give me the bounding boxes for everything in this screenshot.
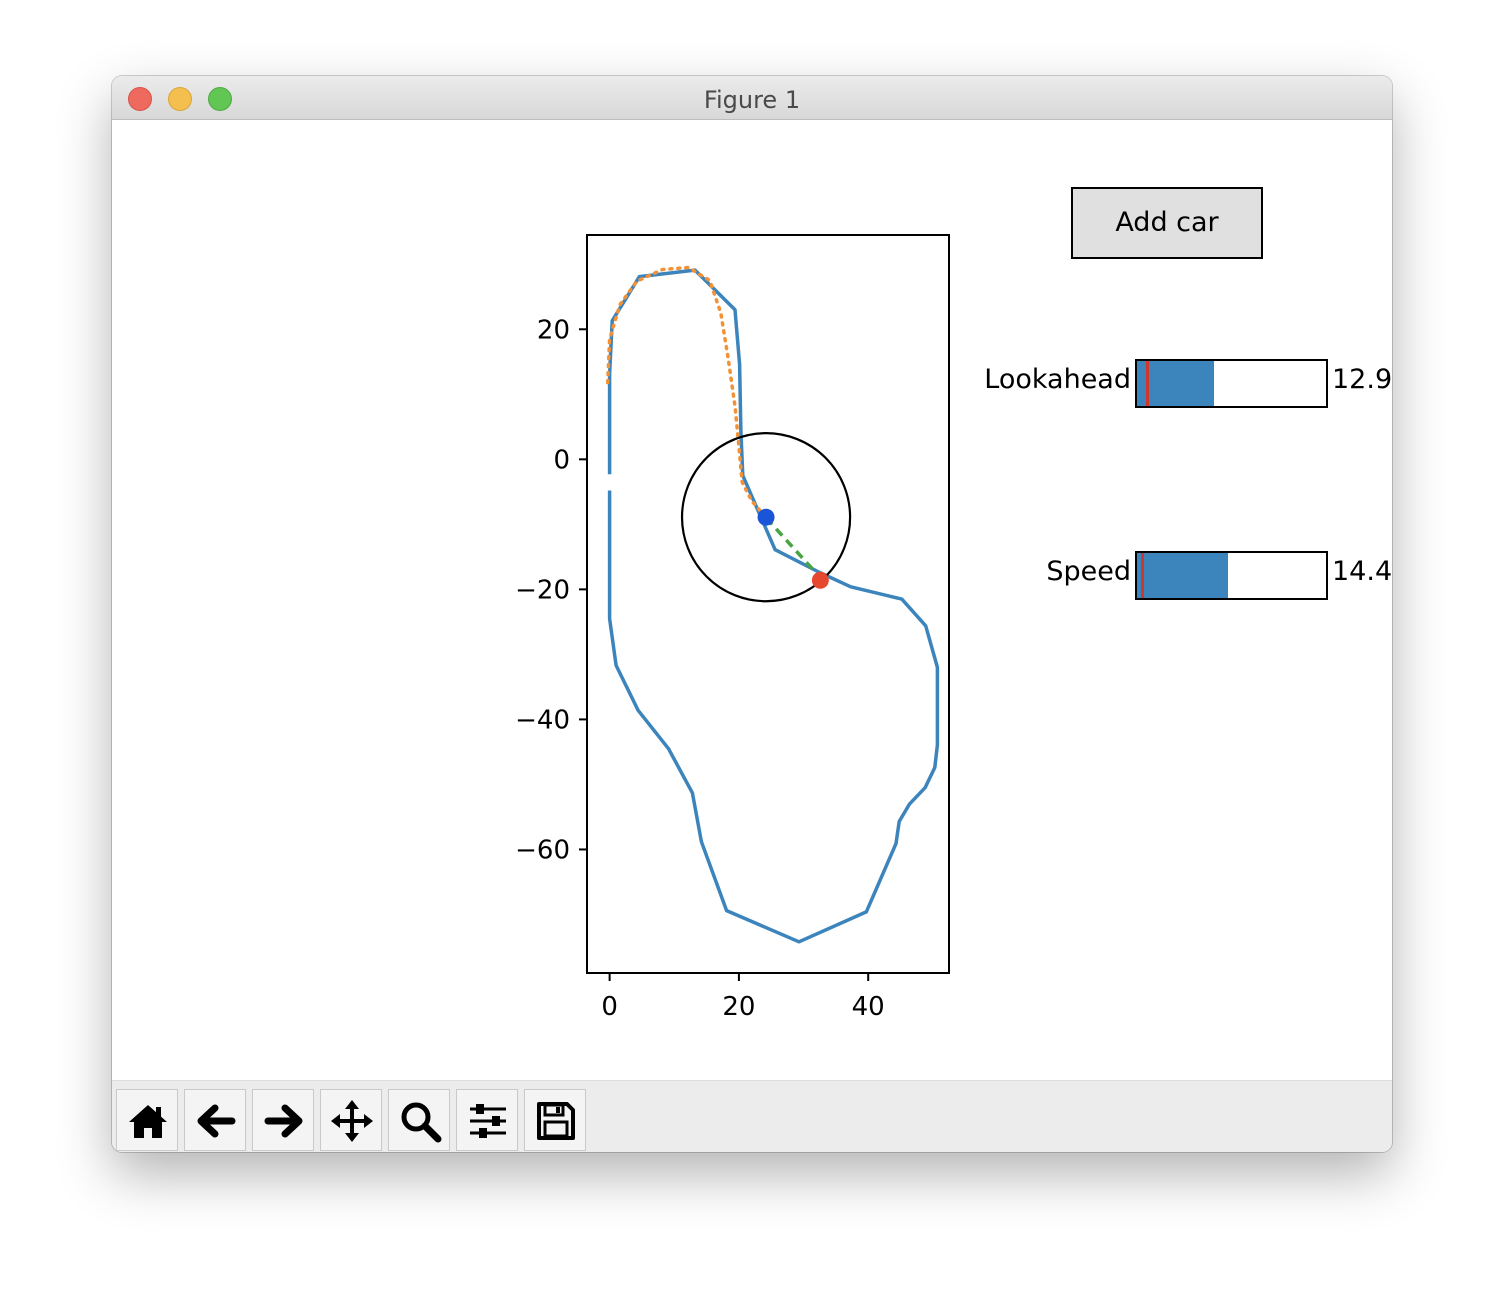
window-title: Figure 1 [703,86,801,114]
forward-button[interactable] [252,1089,314,1151]
title-bar: Figure 1 [112,76,1392,120]
back-button[interactable] [184,1089,246,1151]
axes-frame [586,234,950,974]
speed-initial-marker [1140,553,1144,598]
x-tick-label: 20 [722,992,755,1022]
zoom-button[interactable] [388,1089,450,1151]
arrow-right-icon [264,1104,303,1138]
zoom-icon [401,1102,442,1143]
navigation-toolbar [112,1080,1392,1152]
speed-slider-fill [1137,553,1228,598]
figure-canvas[interactable]: 0 20 40 20 0 −20 −40 −60 Add car Lookahead 12.9… [112,120,1392,1080]
car-position-marker [757,508,775,526]
series-line-solid [607,268,940,944]
x-tick-label: 0 [601,992,618,1022]
save-icon [537,1102,575,1140]
pan-button[interactable] [320,1089,382,1151]
save-button[interactable] [524,1089,586,1151]
speed-label: Speed [1046,556,1131,587]
lookahead-slider[interactable] [1135,359,1328,408]
add-car-button[interactable]: Add car [1071,187,1263,259]
target-point-marker [811,571,829,589]
speed-slider[interactable] [1135,551,1328,600]
series-line-dotted [605,265,768,520]
home-button[interactable] [116,1089,178,1151]
y-tick-label: 20 [537,315,570,345]
configure-subplots-button[interactable] [456,1089,518,1151]
speed-value: 14.4 [1332,556,1392,587]
y-tick-label: −40 [515,705,570,735]
y-tick-label: −60 [515,835,570,865]
lookahead-value: 12.9 [1332,364,1392,395]
y-tick-label: −20 [515,575,570,605]
home-icon [129,1105,167,1138]
arrow-left-icon [197,1104,236,1138]
lookahead-initial-marker [1146,361,1150,406]
plot-area[interactable]: 0 20 40 20 0 −20 −40 −60 [112,120,1392,1080]
figure-window: Figure 1 0 20 40 20 0 −20 −40 −60 Add car Looka… [112,76,1392,1152]
y-tick-label: 0 [553,445,570,475]
x-tick-label: 40 [852,992,885,1022]
move-icon [331,1100,373,1142]
sliders-icon [470,1104,506,1138]
lookahead-label: Lookahead [984,364,1131,395]
